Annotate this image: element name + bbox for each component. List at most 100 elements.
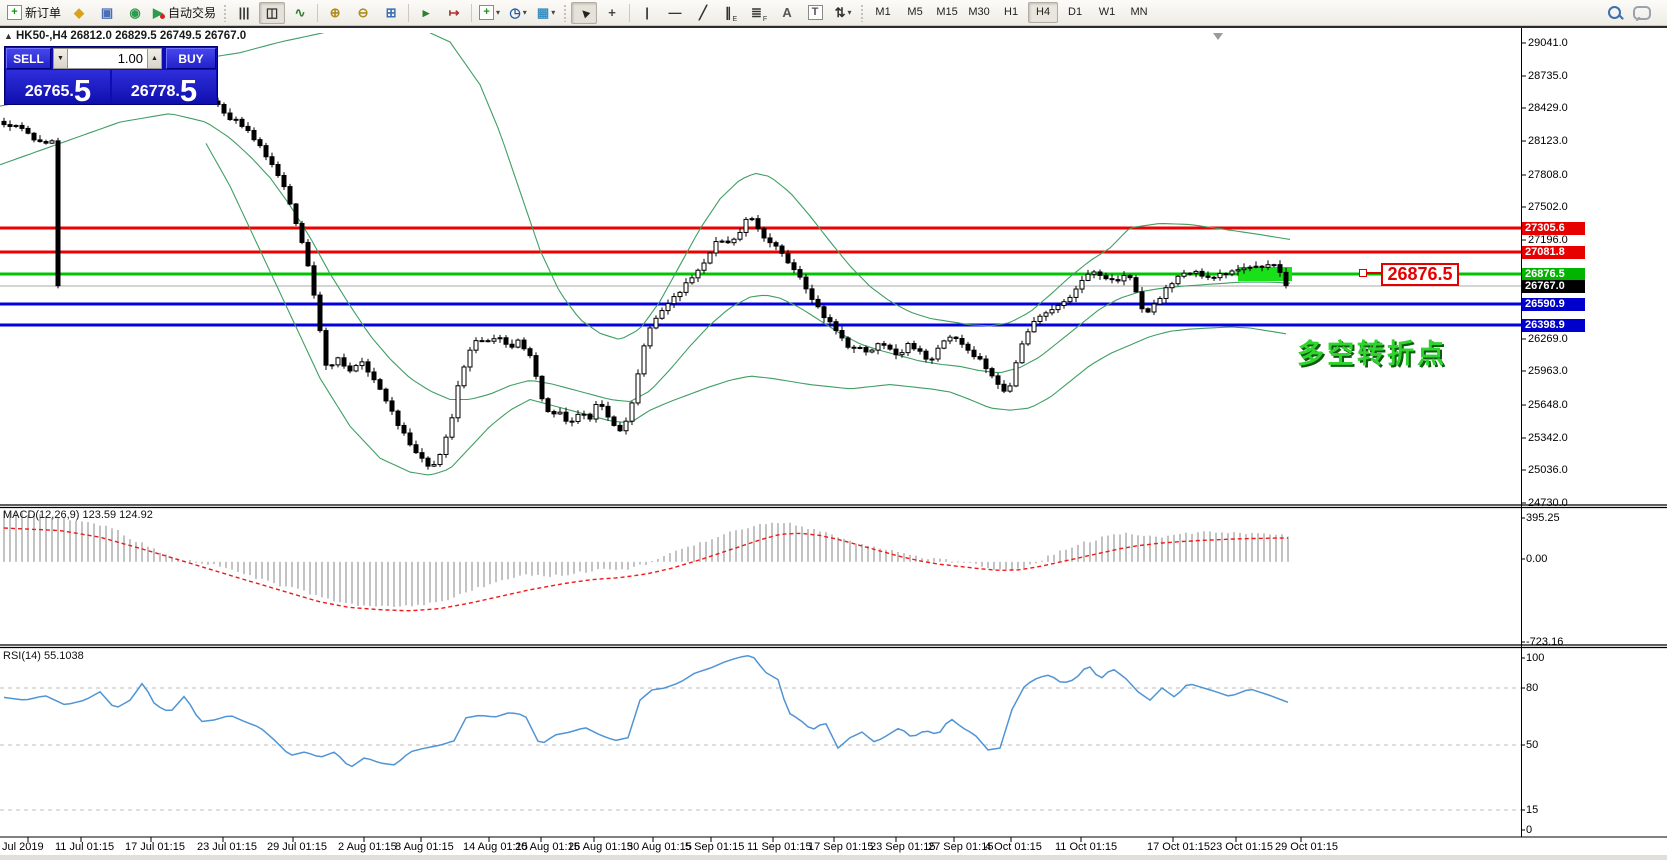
line-chart-button[interactable]: ∿ (287, 2, 313, 24)
timeframe-button-mn[interactable]: MN (1124, 2, 1154, 23)
trendline-button[interactable]: ╱ (690, 2, 716, 24)
timeframe-button-m5[interactable]: M5 (900, 2, 930, 23)
time-axis-label: 23 Sep 01:15 (870, 841, 935, 853)
timeframe-button-m1[interactable]: M1 (868, 2, 898, 23)
rsi-axis-label: 0 (1526, 824, 1532, 836)
fibonacci-button[interactable]: ≣F (746, 2, 772, 24)
indicators-button[interactable]: +▾ (476, 2, 503, 24)
time-axis-label: Jul 2019 (2, 841, 44, 853)
toolbar-right-group (1600, 2, 1656, 24)
time-axis-label: 8 Aug 01:15 (395, 841, 454, 853)
volume-decrease-button[interactable]: ▼ (53, 48, 68, 69)
timeframe-button-m30[interactable]: M30 (964, 2, 994, 23)
sell-price-main: 26765 (25, 84, 70, 100)
chart-shift-button[interactable]: ↦ (441, 2, 467, 24)
timeframe-button-h1[interactable]: H1 (996, 2, 1026, 23)
turning-point-annotation[interactable]: 多空转折点 (1297, 332, 1447, 371)
timeframe-button-w1[interactable]: W1 (1092, 2, 1122, 23)
chat-button[interactable] (1629, 2, 1655, 24)
time-axis-label: 4 Oct 01:15 (985, 841, 1042, 853)
autotrading-button-label: 自动交易 (168, 7, 216, 19)
tile-windows-button[interactable]: ⊞ (378, 2, 404, 24)
price-level-chip-26398-9: 26398.9 (1522, 319, 1585, 332)
chart-window-icon[interactable]: ◆ (66, 2, 92, 24)
rsi-axis-label: 100 (1526, 652, 1544, 664)
volume-increase-button[interactable]: ▲ (147, 48, 162, 69)
price-level-chip-26767-0: 26767.0 (1522, 280, 1585, 293)
templates-button[interactable]: ▦▾ (533, 2, 559, 24)
equidistant-channel-button-icon: ∥ (725, 6, 732, 19)
search-button[interactable] (1601, 2, 1627, 24)
sell-price-display[interactable]: 26765.5 (6, 70, 110, 104)
price-axis-label: 25036.0 (1528, 464, 1568, 476)
timeframe-button-d1[interactable]: D1 (1060, 2, 1090, 23)
buy-button[interactable]: BUY (166, 48, 216, 69)
periods-button-icon: ◷ (509, 6, 520, 19)
buy-price-display[interactable]: 26778.5 (112, 70, 216, 104)
indicators-button-dropdown-arrow[interactable]: ▾ (496, 9, 500, 17)
indicators-button-icon: + (479, 5, 494, 20)
equidistant-channel-button[interactable]: ∥E (718, 2, 744, 24)
macd-histogram (3, 511, 1289, 607)
macd-signal-line (4, 528, 1288, 611)
timeframe-button-h4[interactable]: H4 (1028, 2, 1058, 23)
volume-input[interactable]: 1.00 (68, 48, 147, 69)
equidistant-channel-button-sub: E (732, 16, 737, 23)
buy-price-main: 26778 (131, 84, 176, 100)
periods-button-dropdown-arrow[interactable]: ▾ (523, 9, 527, 17)
vertical-line-button[interactable]: | (634, 2, 660, 24)
price-axis-label: 25342.0 (1528, 432, 1568, 444)
price-level-tag[interactable]: 26876.5 (1381, 263, 1459, 286)
text-label-button[interactable]: T (802, 2, 828, 24)
line-chart-button-icon: ∿ (295, 6, 306, 19)
templates-button-dropdown-arrow[interactable]: ▾ (551, 9, 555, 17)
chat-icon (1633, 6, 1651, 20)
one-click-panel-toggle[interactable]: ▲ (4, 31, 13, 41)
chart-canvas[interactable] (0, 0, 1667, 860)
arrows-button-dropdown-arrow[interactable]: ▾ (847, 9, 851, 17)
time-axis-label: 2 Aug 01:15 (338, 841, 397, 853)
tile-windows-button-icon: ⊞ (386, 6, 397, 19)
toolbar-separator (629, 4, 630, 22)
time-axis-label: 17 Sep 01:15 (808, 841, 873, 853)
candlestick-chart-button[interactable]: ◫ (259, 2, 285, 24)
crosshair-button[interactable]: + (599, 2, 625, 24)
time-axis-label: 23 Oct 01:15 (1210, 841, 1273, 853)
news-signal-icon[interactable]: ◉ (122, 2, 148, 24)
sell-button[interactable]: SELL (6, 48, 51, 69)
new-order-button[interactable]: +新订单 (4, 2, 64, 24)
zoom-out-button[interactable]: ⊖ (350, 2, 376, 24)
macd-indicator-label: MACD(12,26,9) 123.59 124.92 (3, 509, 153, 521)
market-watch-icon[interactable]: ▣ (94, 2, 120, 24)
news-signal-icon-icon: ◉ (129, 6, 140, 19)
price-axis-label: 27196.0 (1528, 234, 1568, 246)
cursor-button-icon: ▲ (575, 3, 593, 21)
crosshair-button-icon: + (608, 6, 616, 19)
chart-shift-marker[interactable] (1213, 33, 1223, 40)
price-tag-connector (1366, 272, 1381, 274)
text-button[interactable]: A (774, 2, 800, 24)
fibonacci-button-icon: ≣ (751, 6, 762, 19)
toolbar-separator (317, 4, 318, 22)
trendline-button-icon: ╱ (699, 6, 707, 19)
time-axis-label: 11 Oct 01:15 (1055, 841, 1117, 853)
horizontal-line-button-icon: — (669, 6, 682, 19)
zoom-in-button-icon: ⊕ (330, 6, 341, 19)
search-icon (1608, 6, 1621, 19)
sell-price-big-digit: 5 (74, 78, 91, 103)
rsi-indicator-label: RSI(14) 55.1038 (3, 650, 84, 662)
cursor-button[interactable]: ▲ (571, 2, 597, 24)
time-axis-label: 17 Jul 01:15 (125, 841, 185, 853)
timeframe-button-m15[interactable]: M15 (932, 2, 962, 23)
rsi-axis-label: 15 (1526, 804, 1538, 816)
zoom-in-button[interactable]: ⊕ (322, 2, 348, 24)
bollinger-lower-line (206, 143, 1286, 475)
bar-chart-button[interactable]: ||| (231, 2, 257, 24)
autotrading-button[interactable]: ▶自动交易 (150, 2, 219, 24)
arrows-button[interactable]: ⇅▾ (830, 2, 856, 24)
horizontal-line-button[interactable]: — (662, 2, 688, 24)
periods-button[interactable]: ◷▾ (505, 2, 531, 24)
price-axis-label: 26269.0 (1528, 333, 1568, 345)
auto-scroll-button[interactable]: ▸ (413, 2, 439, 24)
text-button-icon: A (782, 6, 791, 19)
